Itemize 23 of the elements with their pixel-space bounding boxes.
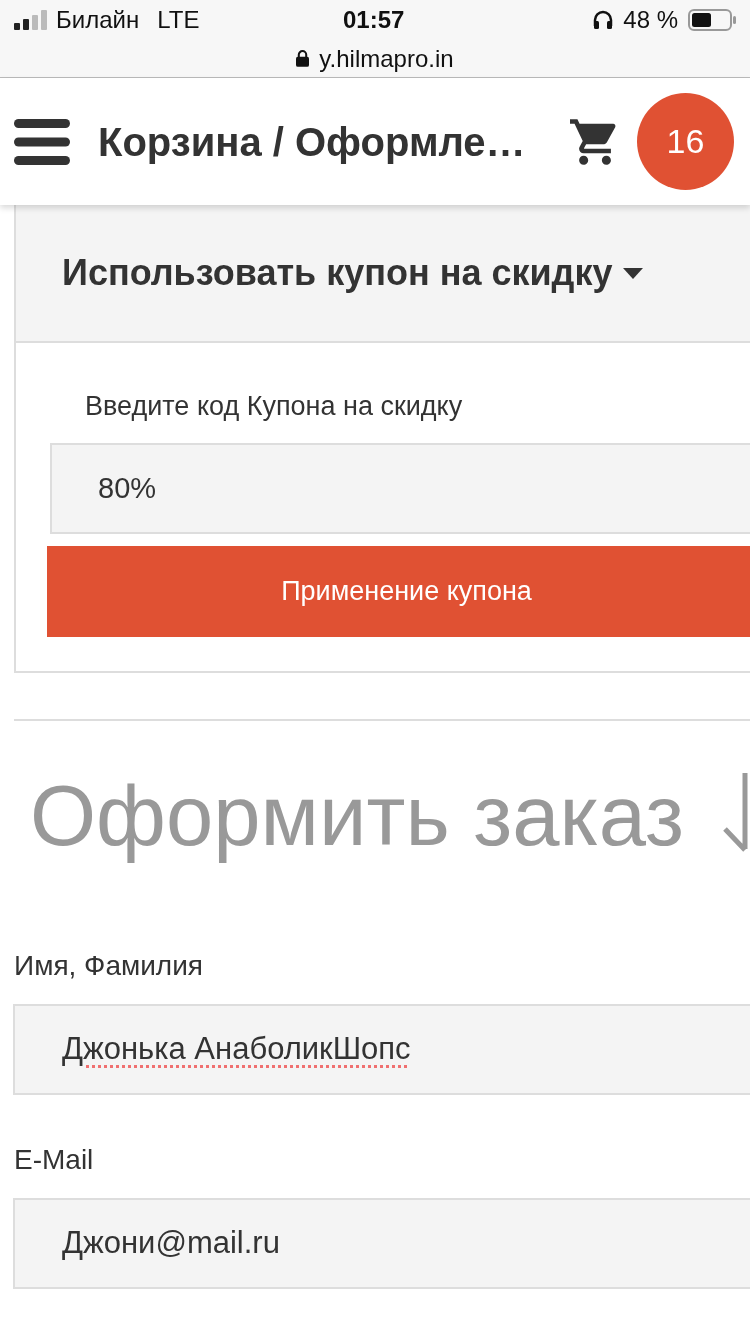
coupon-title: Использовать купон на скидку: [62, 252, 613, 294]
arrow-down-icon: [723, 772, 750, 852]
carrier-name: Билайн: [56, 6, 140, 34]
checkout-heading: Оформить заказ: [30, 768, 684, 864]
battery-percent: 48 %: [623, 6, 678, 34]
apply-coupon-button[interactable]: Применение купона: [47, 546, 750, 637]
battery-icon: [688, 9, 736, 31]
signal-icon: [14, 10, 48, 30]
coupon-header[interactable]: Использовать купон на скидку: [16, 205, 750, 343]
headphones-icon: [593, 10, 614, 30]
page-title: Корзина / Оформле…: [98, 118, 526, 165]
field-label: Имя, Фамилия: [14, 950, 204, 982]
network-type: LTE: [157, 6, 200, 34]
field-label: E-Mail: [14, 1144, 95, 1176]
cart-count-badge[interactable]: 16: [637, 93, 734, 190]
page-url: y.hilmapro.in: [319, 44, 454, 73]
menu-icon[interactable]: [14, 118, 70, 165]
lock-icon: [296, 50, 310, 67]
coupon-label: Введите код Купона на скидку: [85, 390, 464, 422]
coupon-code-field[interactable]: 80%: [50, 443, 750, 534]
email-field[interactable]: Джони@mail.ru: [13, 1198, 750, 1289]
name-field[interactable]: Джонька АнаболикШопс: [13, 1004, 750, 1095]
clock-time: 01:57: [343, 6, 405, 34]
